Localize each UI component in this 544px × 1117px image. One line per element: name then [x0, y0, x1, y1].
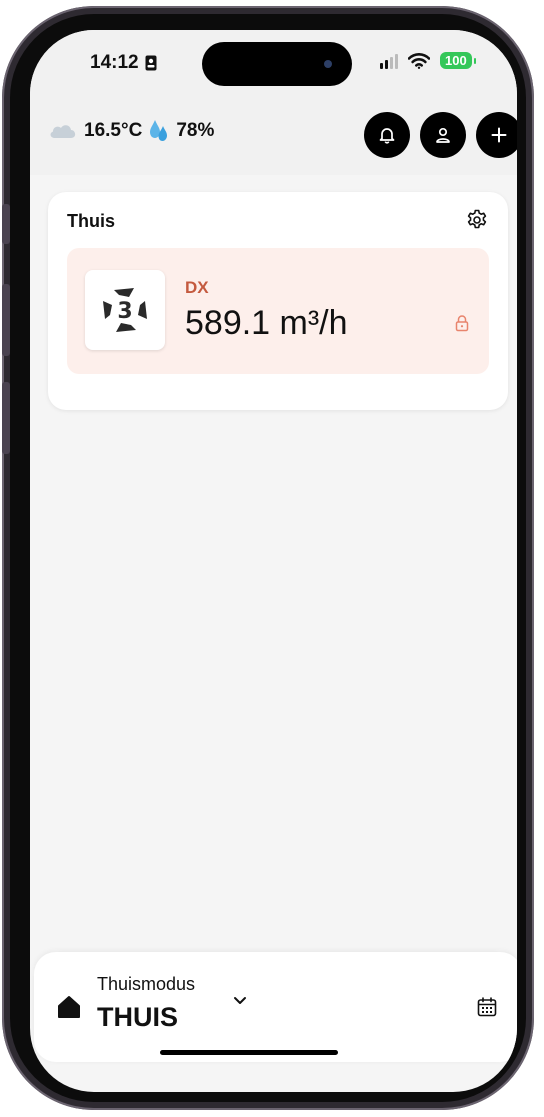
volume-down-button: [2, 382, 10, 454]
location-card: Thuis 3 DX 589.1 m³/h: [48, 192, 508, 410]
home-icon: [58, 996, 80, 1018]
gear-icon[interactable]: [465, 208, 489, 232]
device-tile[interactable]: 3 DX 589.1 m³/h: [67, 248, 489, 374]
home-indicator[interactable]: [160, 1050, 338, 1055]
mode-value[interactable]: THUIS: [97, 1002, 178, 1033]
camera-dot: [324, 60, 332, 68]
weather-summary: 16.5°C 78%: [48, 118, 214, 144]
device-name: DX: [185, 278, 209, 297]
wifi-icon: [408, 52, 430, 69]
profile-button[interactable]: [420, 112, 466, 158]
signal-icon: [380, 53, 398, 69]
chevron-down-icon[interactable]: [232, 994, 248, 1008]
id-card-icon: [145, 55, 157, 71]
battery-indicator: 100: [440, 52, 476, 69]
status-time: 14:12: [90, 52, 157, 74]
bell-icon: [379, 128, 395, 144]
airflow-value: 589.1 m³/h: [185, 304, 348, 342]
add-button[interactable]: [476, 112, 517, 158]
action-button: [2, 204, 10, 244]
calendar-icon[interactable]: [476, 996, 498, 1018]
notifications-button[interactable]: [364, 112, 410, 158]
humidity-value: 78%: [176, 120, 215, 141]
mode-bar: Thuismodus THUIS: [34, 952, 517, 1062]
location-title: Thuis: [67, 211, 115, 231]
device-logo: 3: [85, 270, 165, 350]
svg-text:3: 3: [117, 299, 132, 324]
droplet-icon: [150, 120, 168, 141]
dynamic-island: [202, 42, 352, 86]
cloud-icon: [50, 125, 76, 138]
app-screen: 14:12 100 16.5°C 78% Thuis 3 DX 589.1 m³…: [30, 30, 517, 1092]
plus-icon: [491, 127, 507, 143]
top-bar: 14:12 100 16.5°C 78%: [30, 30, 517, 175]
lock-icon: [455, 315, 469, 332]
user-icon: [436, 127, 450, 143]
mode-label: Thuismodus: [97, 974, 196, 994]
temperature-value: 16.5°C: [84, 120, 143, 141]
fan-logo-icon: 3: [103, 288, 147, 332]
status-icons: 100: [380, 52, 476, 69]
volume-up-button: [2, 284, 10, 356]
